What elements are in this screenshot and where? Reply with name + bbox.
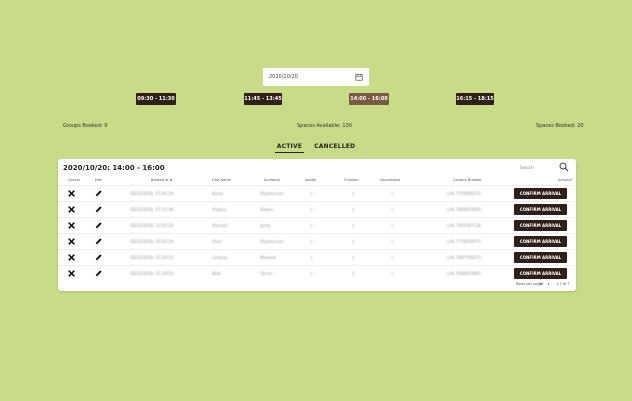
table-cell: 1 bbox=[310, 255, 313, 260]
table-cell: +44 7949924695 bbox=[446, 207, 482, 212]
time-slot-button[interactable]: 16:15 - 18:15 bbox=[456, 93, 494, 105]
table-cell: 2 bbox=[310, 191, 313, 196]
table-cell: +44 7776050071 bbox=[446, 239, 482, 244]
pagination-range: 1-7 of 7 bbox=[556, 282, 570, 286]
confirm-arrival-button[interactable]: CONFIRM ARRIVAL bbox=[514, 220, 567, 231]
bookings-panel: 2020/10/20: 14:00 - 16:00 Search Cancel … bbox=[58, 159, 576, 291]
table-cell: 1 bbox=[352, 223, 355, 228]
cancel-x-icon[interactable] bbox=[68, 222, 75, 229]
table-row: 09/10/2020, 07:41:10 Karen Stephenson 2 1 1 +4… bbox=[58, 185, 576, 201]
table-row: 09/10/2020, 21:29:15 Lindsay Maxwell 1 1 1 +44… bbox=[58, 249, 576, 265]
confirm-arrival-button[interactable]: CONFIRM ARRIVAL bbox=[514, 188, 567, 199]
dropdown-arrow-icon: ▾ bbox=[547, 282, 550, 286]
table-row: 09/10/2020, 13:02:20 Hannah Jones 2 1 1 +44 74… bbox=[58, 217, 576, 233]
table-cell: 1 bbox=[391, 223, 394, 228]
table-row: 09/10/2020, 21:39:55 Beth Turner 2 2 1 +44 744… bbox=[58, 265, 576, 281]
table-cell: 2 bbox=[310, 207, 313, 212]
table-cell: 1 bbox=[391, 255, 394, 260]
column-header-households: Households bbox=[380, 178, 401, 182]
spaces-booked-stat: Spaces Booked: 20 bbox=[536, 123, 584, 129]
column-header-arrived: Arrived? bbox=[558, 178, 573, 182]
time-slot-button[interactable]: 11:45 - 13:45 bbox=[244, 93, 282, 105]
table-cell: Jones bbox=[260, 223, 271, 228]
table-cell: 1 bbox=[352, 207, 355, 212]
table-cell: Hannah bbox=[212, 223, 228, 228]
time-slot-button-selected[interactable]: 14:00 - 16:00 bbox=[349, 93, 389, 105]
table-cell: Karen bbox=[212, 191, 224, 196]
table-cell: Maxwell bbox=[260, 255, 277, 260]
table-cell: 09/10/2020, 21:29:15 bbox=[130, 255, 174, 260]
spaces-available-stat: Spaces Available: 130 bbox=[297, 123, 352, 129]
edit-pencil-icon[interactable] bbox=[94, 269, 103, 278]
panel-title: 2020/10/20: 14:00 - 16:00 bbox=[63, 164, 165, 172]
column-header-cancel: Cancel bbox=[68, 178, 80, 182]
rows-per-page-select[interactable]: 50 ▾ bbox=[539, 282, 549, 286]
edit-pencil-icon[interactable] bbox=[94, 221, 103, 230]
table-cell: Turner bbox=[260, 271, 273, 276]
search-icon[interactable] bbox=[559, 162, 569, 172]
column-header-adults: Adults bbox=[305, 178, 316, 182]
confirm-arrival-button[interactable]: CONFIRM ARRIVAL bbox=[514, 268, 567, 279]
table-cell: Stephenson bbox=[260, 191, 284, 196]
table-row: 09/10/2020, 20:42:10 Vicki Stephenson 2 1 1 +4… bbox=[58, 233, 576, 249]
date-input[interactable]: 2020/10/20 bbox=[263, 68, 369, 86]
edit-pencil-icon[interactable] bbox=[94, 253, 103, 262]
booking-tabs: ACTIVE CANCELLED bbox=[0, 143, 632, 153]
table-cell: 09/10/2020, 20:42:10 bbox=[130, 239, 174, 244]
column-header-booked-at-label: Booked at bbox=[151, 178, 169, 182]
table-cell: Vicki bbox=[212, 239, 222, 244]
table-cell: Angela bbox=[212, 207, 226, 212]
calendar-icon[interactable] bbox=[355, 73, 363, 81]
column-header-contact-number: Contact Number bbox=[453, 178, 482, 182]
confirm-arrival-button[interactable]: CONFIRM ARRIVAL bbox=[514, 236, 567, 247]
confirm-arrival-button[interactable]: CONFIRM ARRIVAL bbox=[514, 252, 567, 263]
table-cell: Dawes bbox=[260, 207, 274, 212]
table-cell: 2 bbox=[310, 223, 313, 228]
table-cell: 1 bbox=[352, 191, 355, 196]
table-cell: 1 bbox=[391, 271, 394, 276]
time-slot-button[interactable]: 09:30 - 11:30 bbox=[136, 93, 176, 105]
column-header-children: Children bbox=[344, 178, 359, 182]
table-cell: 1 bbox=[391, 239, 394, 244]
cancel-x-icon[interactable] bbox=[68, 190, 75, 197]
table-cell: 2 bbox=[310, 239, 313, 244]
table-cell: 1 bbox=[352, 255, 355, 260]
column-header-booked-at[interactable]: Booked at 🡻 bbox=[151, 178, 172, 184]
table-cell: 09/10/2020, 21:39:55 bbox=[130, 271, 174, 276]
cancel-x-icon[interactable] bbox=[68, 254, 75, 261]
table-cell: 09/10/2020, 07:41:10 bbox=[130, 191, 174, 196]
table-cell: +44 7446924897 bbox=[446, 271, 482, 276]
column-header-surname: Surname bbox=[264, 178, 280, 182]
search-input[interactable]: Search bbox=[520, 165, 534, 170]
table-cell: Lindsay bbox=[212, 255, 228, 260]
confirm-arrival-button[interactable]: CONFIRM ARRIVAL bbox=[514, 204, 567, 215]
edit-pencil-icon[interactable] bbox=[94, 237, 103, 246]
table-cell: 1 bbox=[391, 191, 394, 196]
table-cell: 2 bbox=[310, 271, 313, 276]
rows-per-page-value: 50 bbox=[539, 282, 544, 286]
column-header-first-name: First Name bbox=[212, 178, 231, 182]
table-cell: 09/10/2020, 07:51:46 bbox=[130, 207, 174, 212]
column-header-edit: Edit bbox=[95, 178, 102, 182]
cancel-x-icon[interactable] bbox=[68, 270, 75, 277]
table-cell: +44 7487769273 bbox=[446, 255, 482, 260]
tab-active[interactable]: ACTIVE bbox=[274, 143, 305, 153]
date-value: 2020/10/20 bbox=[269, 74, 298, 80]
cancel-x-icon[interactable] bbox=[68, 206, 75, 213]
tab-cancelled[interactable]: CANCELLED bbox=[312, 143, 357, 153]
table-cell: 2 bbox=[352, 271, 355, 276]
table-cell: Stephenson bbox=[260, 239, 284, 244]
table-cell: +44 7450307136 bbox=[446, 223, 482, 228]
table-cell: 1 bbox=[352, 239, 355, 244]
table-cell: +44 7759999137 bbox=[446, 191, 482, 196]
table-row: 09/10/2020, 07:51:46 Angela Dawes 2 1 1 +44 79… bbox=[58, 201, 576, 217]
edit-pencil-icon[interactable] bbox=[94, 205, 103, 214]
sort-down-arrow-icon: 🡻 bbox=[169, 178, 173, 182]
cancel-x-icon[interactable] bbox=[68, 238, 75, 245]
table-cell: 1 bbox=[391, 207, 394, 212]
edit-pencil-icon[interactable] bbox=[94, 189, 103, 198]
groups-booked-stat: Groups Booked: 9 bbox=[63, 123, 108, 129]
table-cell: Beth bbox=[212, 271, 222, 276]
table-cell: 09/10/2020, 13:02:20 bbox=[130, 223, 174, 228]
